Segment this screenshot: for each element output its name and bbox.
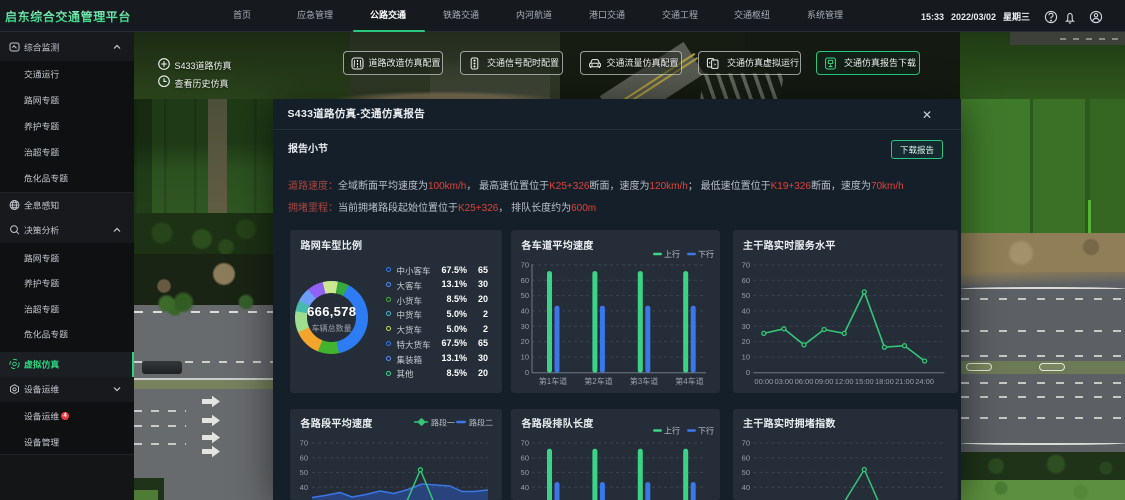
svg-text:70: 70 [300, 438, 308, 447]
svg-text:24:00: 24:00 [915, 377, 934, 386]
svg-text:03:00: 03:00 [774, 377, 793, 386]
svg-text:70: 70 [741, 438, 749, 447]
svg-text:40: 40 [300, 482, 308, 491]
svg-text:12:00: 12:00 [834, 377, 853, 386]
svg-text:15:00: 15:00 [854, 377, 873, 386]
svg-text:70: 70 [741, 261, 749, 270]
svg-text:40: 40 [521, 482, 529, 491]
svg-text:下行: 下行 [698, 425, 714, 435]
svg-text:30: 30 [521, 322, 529, 331]
svg-text:20: 20 [521, 337, 529, 346]
svg-text:路段一: 路段一 [431, 417, 455, 427]
svg-text:60: 60 [741, 276, 749, 285]
svg-text:50: 50 [521, 468, 529, 477]
svg-text:18:00: 18:00 [875, 377, 894, 386]
svg-text:第1车道: 第1车道 [539, 376, 567, 386]
svg-text:路段二: 路段二 [469, 417, 493, 427]
svg-text:第3车道: 第3车道 [630, 376, 658, 386]
svg-text:09:00: 09:00 [814, 377, 833, 386]
svg-text:40: 40 [521, 307, 529, 316]
svg-text:上行: 上行 [664, 249, 680, 259]
svg-text:00:00: 00:00 [754, 377, 773, 386]
svg-text:50: 50 [741, 468, 749, 477]
svg-text:70: 70 [521, 438, 529, 447]
svg-text:60: 60 [521, 276, 529, 285]
svg-text:0: 0 [525, 368, 529, 377]
svg-text:第4车道: 第4车道 [675, 376, 703, 386]
svg-text:20: 20 [741, 337, 749, 346]
svg-text:60: 60 [521, 453, 529, 462]
svg-text:40: 40 [741, 307, 749, 316]
svg-text:21:00: 21:00 [895, 377, 914, 386]
svg-text:50: 50 [521, 291, 529, 300]
svg-text:10: 10 [521, 353, 529, 362]
svg-text:40: 40 [741, 482, 749, 491]
svg-text:10: 10 [741, 353, 749, 362]
svg-text:50: 50 [300, 468, 308, 477]
svg-text:50: 50 [741, 291, 749, 300]
svg-text:上行: 上行 [664, 425, 680, 435]
svg-text:06:00: 06:00 [794, 377, 813, 386]
svg-text:30: 30 [741, 322, 749, 331]
svg-text:70: 70 [521, 261, 529, 270]
svg-text:下行: 下行 [698, 249, 714, 259]
svg-text:60: 60 [741, 453, 749, 462]
svg-text:第2车道: 第2车道 [584, 376, 612, 386]
svg-text:60: 60 [300, 453, 308, 462]
svg-text:0: 0 [745, 368, 749, 377]
